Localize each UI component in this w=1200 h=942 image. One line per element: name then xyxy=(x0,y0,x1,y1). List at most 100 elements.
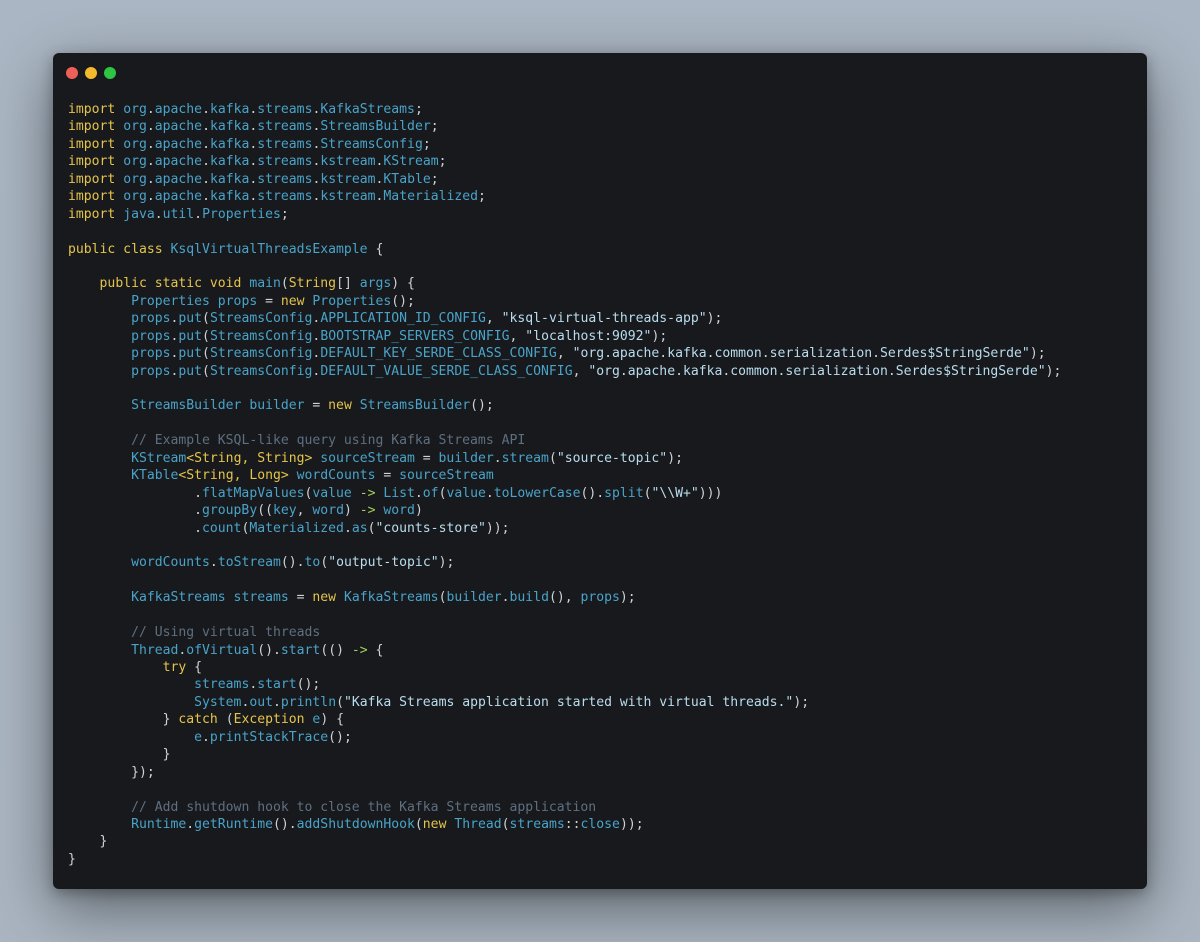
code-token: = xyxy=(422,450,439,466)
code-token: addShutdownHook xyxy=(296,816,415,832)
code-token: (). xyxy=(257,642,281,658)
code-token: "org.apache.kafka.common.serialization.S… xyxy=(572,346,1030,362)
code-token: BOOTSTRAP_SERVERS_CONFIG xyxy=(320,328,510,344)
code-token: toStream xyxy=(217,555,281,571)
code-token: List xyxy=(383,485,415,501)
code-token: StreamsBuilder builder xyxy=(131,398,313,414)
code-token: StreamsConfig xyxy=(209,311,313,327)
code-token: ; xyxy=(430,171,439,187)
code-token: (); xyxy=(328,729,352,745)
code-token: ( xyxy=(280,276,289,292)
code-token: { xyxy=(375,642,384,658)
code-token: . xyxy=(273,694,281,710)
code-line: Runtime.getRuntime().addShutdownHook(new… xyxy=(68,816,1061,833)
code-token: ( xyxy=(202,346,210,362)
code-line: .flatMapValues(value -> List.of(value.to… xyxy=(68,485,1061,502)
code-line: } xyxy=(68,851,1061,868)
code-token: ))) xyxy=(698,485,723,501)
code-line: public static void main(String[] args) { xyxy=(68,275,1061,292)
code-token: . xyxy=(146,136,155,152)
code-token: ( xyxy=(414,816,423,832)
code-line: try { xyxy=(68,659,1061,676)
code-token: start xyxy=(280,642,321,658)
code-token: KafkaStreams xyxy=(343,590,439,606)
maximize-dot-icon[interactable] xyxy=(104,67,116,79)
code-token: e xyxy=(194,729,203,745)
code-token: -> xyxy=(351,642,376,658)
code-token: stream xyxy=(501,450,549,466)
code-token: ; xyxy=(280,206,289,222)
code-line: props.put(StreamsConfig.DEFAULT_VALUE_SE… xyxy=(68,363,1061,380)
code-token: build xyxy=(509,590,549,606)
code-token: ( xyxy=(501,816,510,832)
code-token: ( xyxy=(202,311,210,327)
code-token: DEFAULT_VALUE_SERDE_CLASS_CONFIG xyxy=(320,363,573,379)
close-dot-icon[interactable] xyxy=(66,67,78,79)
code-token: . xyxy=(209,555,218,571)
code-token: ); xyxy=(651,328,668,344)
code-line: } xyxy=(68,833,1061,850)
code-token: ( xyxy=(202,328,210,344)
code-token: kafka xyxy=(209,154,250,170)
code-token: , xyxy=(509,328,526,344)
code-token: KStream xyxy=(131,450,187,466)
code-token: APPLICATION_ID_CONFIG xyxy=(320,311,486,327)
code-token: ); xyxy=(1045,363,1062,379)
code-token: apache xyxy=(154,171,203,187)
code-token: ); xyxy=(793,694,810,710)
code-token: // Example KSQL-like query using Kafka S… xyxy=(131,433,526,449)
code-token: apache xyxy=(154,119,203,135)
code-token: of xyxy=(422,485,439,501)
code-token: KStream xyxy=(383,154,439,170)
code-token: import xyxy=(68,171,116,187)
code-token: org xyxy=(115,102,147,117)
code-line: e.printStackTrace(); xyxy=(68,729,1061,746)
code-line: import org.apache.kafka.streams.StreamsC… xyxy=(68,136,1061,153)
code-token: . xyxy=(202,102,210,117)
code-token: Properties props xyxy=(131,293,266,309)
code-token: } xyxy=(68,747,171,763)
code-token: String xyxy=(288,276,337,292)
code-token: StreamsConfig xyxy=(209,346,313,362)
code-token: ); xyxy=(667,450,683,466)
code-token: out xyxy=(249,694,273,710)
code-line: import java.util.Properties; xyxy=(68,206,1061,223)
code-token: props xyxy=(131,346,171,362)
code-token: -> xyxy=(359,503,384,519)
code-token: kstream xyxy=(320,171,376,187)
code-token: value xyxy=(312,485,360,501)
code-line: KTable<String, Long> wordCounts = source… xyxy=(68,467,1061,484)
code-token: kafka xyxy=(209,119,250,135)
code-token: System xyxy=(194,694,242,710)
code-token: (). xyxy=(280,555,305,571)
code-token: , xyxy=(485,311,502,327)
code-token: Materialized xyxy=(383,189,479,205)
code-token: put xyxy=(178,328,203,344)
code-line: } xyxy=(68,746,1061,763)
code-token: . xyxy=(68,520,203,536)
code-token: Thread xyxy=(131,642,179,658)
code-token: (( xyxy=(257,503,273,519)
code-token: flatMapValues xyxy=(202,485,305,501)
code-line: public class KsqlVirtualThreadsExample { xyxy=(68,241,1061,258)
code-token: Materialized xyxy=(249,520,344,536)
code-token: props xyxy=(580,590,620,606)
code-token: ( xyxy=(202,363,210,379)
code-token: streams xyxy=(257,171,313,187)
code-token: . xyxy=(493,450,502,466)
minimize-dot-icon[interactable] xyxy=(85,67,97,79)
code-token: ); xyxy=(438,555,455,571)
code-token: ; xyxy=(422,136,431,152)
code-token: (), xyxy=(548,590,581,606)
code-token: sourceStream xyxy=(399,468,494,484)
code-token: { xyxy=(194,660,203,675)
